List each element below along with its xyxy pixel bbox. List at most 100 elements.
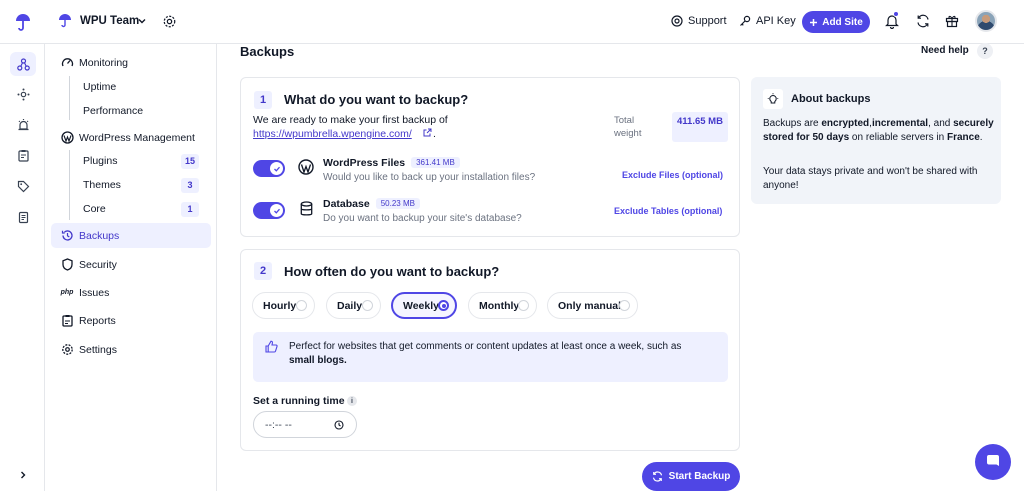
- key-icon: [740, 15, 751, 26]
- nav-themes-label: Themes: [83, 179, 121, 191]
- about-text: .: [979, 132, 983, 143]
- exclude-files-link[interactable]: Exclude Files (optional): [622, 170, 723, 180]
- external-link-icon[interactable]: [423, 128, 432, 137]
- add-site-label: Add Site: [822, 16, 863, 28]
- database-size: 50.23 MB: [375, 198, 420, 209]
- nav-settings[interactable]: Settings: [51, 337, 211, 362]
- thumbs-up-icon: [265, 340, 278, 353]
- nav-issues[interactable]: php Issues: [51, 280, 211, 305]
- wordpress-files-toggle[interactable]: [253, 160, 285, 177]
- api-key-link[interactable]: API Key: [739, 15, 796, 27]
- shield-icon: [60, 258, 74, 272]
- start-backup-button[interactable]: Start Backup: [642, 462, 740, 491]
- notification-dot: [893, 11, 899, 17]
- running-time-input[interactable]: --:-- --: [253, 411, 357, 438]
- nav-core[interactable]: Core 1: [83, 198, 199, 220]
- wordpress-icon: [298, 159, 314, 175]
- nav-uptime[interactable]: Uptime: [83, 76, 199, 98]
- clock-icon[interactable]: [334, 420, 344, 430]
- rail-network-icon[interactable]: [10, 82, 36, 106]
- database-toggle[interactable]: [253, 202, 285, 219]
- frequency-daily-label: Daily: [337, 299, 363, 312]
- frequency-daily[interactable]: Daily: [326, 292, 381, 319]
- add-site-button[interactable]: Add Site: [802, 11, 870, 33]
- frequency-only-manual[interactable]: Only manual: [547, 292, 638, 319]
- icon-rail: [0, 44, 45, 491]
- rail-document-icon[interactable]: [10, 205, 36, 229]
- url-suffix: .: [433, 128, 436, 140]
- rail-alarm-icon[interactable]: [10, 112, 36, 136]
- radio-icon: [296, 300, 307, 311]
- report-icon: [60, 314, 74, 328]
- about-text: on reliable servers in: [849, 132, 947, 143]
- themes-count-badge: 3: [181, 177, 199, 193]
- frequency-monthly-label: Monthly: [479, 299, 520, 312]
- exclude-tables-link[interactable]: Exclude Tables (optional): [614, 206, 722, 216]
- wordpress-icon: [60, 131, 74, 145]
- radio-icon: [619, 300, 630, 311]
- history-icon: [60, 229, 74, 243]
- need-help-link[interactable]: Need help: [921, 45, 969, 56]
- nav-monitoring[interactable]: Monitoring: [51, 50, 211, 75]
- frequency-info-box: Perfect for websites that get comments o…: [253, 332, 728, 382]
- rail-sites-icon[interactable]: [10, 52, 36, 76]
- about-bold: France: [946, 132, 980, 143]
- backup-content-card: 1 What do you want to backup? We are rea…: [240, 77, 740, 237]
- info-icon[interactable]: i: [347, 396, 357, 406]
- chat-button[interactable]: [975, 444, 1011, 480]
- step-number: 1: [254, 91, 272, 109]
- about-backups-title: About backups: [791, 93, 871, 105]
- database-icon: [300, 201, 313, 217]
- radio-icon: [362, 300, 373, 311]
- about-bold: encrypted: [821, 118, 870, 129]
- about-bold: incremental: [871, 118, 929, 129]
- gauge-icon: [60, 56, 74, 70]
- nav-uptime-label: Uptime: [83, 81, 117, 93]
- frequency-weekly[interactable]: Weekly: [391, 292, 457, 319]
- avatar[interactable]: [975, 10, 997, 32]
- frequency-weekly-label: Weekly: [403, 299, 439, 312]
- api-key-label: API Key: [756, 15, 796, 27]
- rail-clipboard-icon[interactable]: [10, 143, 36, 167]
- gift-icon[interactable]: [944, 13, 960, 29]
- check-icon: [270, 204, 283, 217]
- info-text-bold: small blogs.: [289, 355, 347, 366]
- nav-performance-label: Performance: [83, 105, 144, 117]
- frequency-hourly-label: Hourly: [263, 299, 297, 312]
- nav-backups[interactable]: Backups: [51, 223, 211, 248]
- frequency-monthly[interactable]: Monthly: [468, 292, 537, 319]
- team-name[interactable]: WPU Team: [80, 15, 139, 27]
- nav-reports-label: Reports: [79, 314, 116, 327]
- expand-chevron-icon[interactable]: [10, 463, 36, 487]
- total-weight-label: Total weight: [614, 115, 642, 139]
- chevron-down-icon[interactable]: [136, 15, 148, 27]
- main-content: Backups Need help ? 1 What do you want t…: [217, 43, 1024, 491]
- wordpress-files-size: 361.41 MB: [411, 157, 460, 168]
- nav-security-label: Security: [79, 258, 117, 271]
- frequency-hourly[interactable]: Hourly: [252, 292, 315, 319]
- about-backups-card: About backups Backups are encrypted,incr…: [751, 77, 1001, 204]
- running-time-label: Set a running time: [253, 395, 345, 407]
- lifebuoy-icon: [671, 15, 683, 27]
- refresh-icon[interactable]: [915, 13, 931, 29]
- plus-icon: [810, 18, 818, 26]
- nav-themes[interactable]: Themes 3: [83, 174, 199, 196]
- radio-icon: [518, 300, 529, 311]
- umbrella-logo-icon[interactable]: [14, 12, 32, 32]
- support-link[interactable]: Support: [671, 15, 727, 27]
- nav-wordpress-management[interactable]: WordPress Management: [51, 125, 211, 150]
- chat-bubble-icon: [987, 455, 999, 466]
- nav-plugins[interactable]: Plugins 15: [83, 150, 199, 172]
- nav-wordpress-management-label: WordPress Management: [79, 131, 195, 144]
- nav-settings-label: Settings: [79, 343, 117, 356]
- database-title: Database 50.23 MB: [323, 198, 420, 210]
- nav-performance[interactable]: Performance: [83, 100, 199, 122]
- gear-icon[interactable]: [161, 13, 177, 29]
- site-url-link[interactable]: https://wpumbrella.wpengine.com/: [253, 128, 412, 140]
- nav-issues-label: Issues: [79, 286, 110, 299]
- help-question-icon[interactable]: ?: [977, 43, 993, 59]
- rail-tag-icon[interactable]: [10, 174, 36, 198]
- nav-security[interactable]: Security: [51, 252, 211, 277]
- step-title: What do you want to backup?: [284, 92, 469, 107]
- nav-reports[interactable]: Reports: [51, 308, 211, 333]
